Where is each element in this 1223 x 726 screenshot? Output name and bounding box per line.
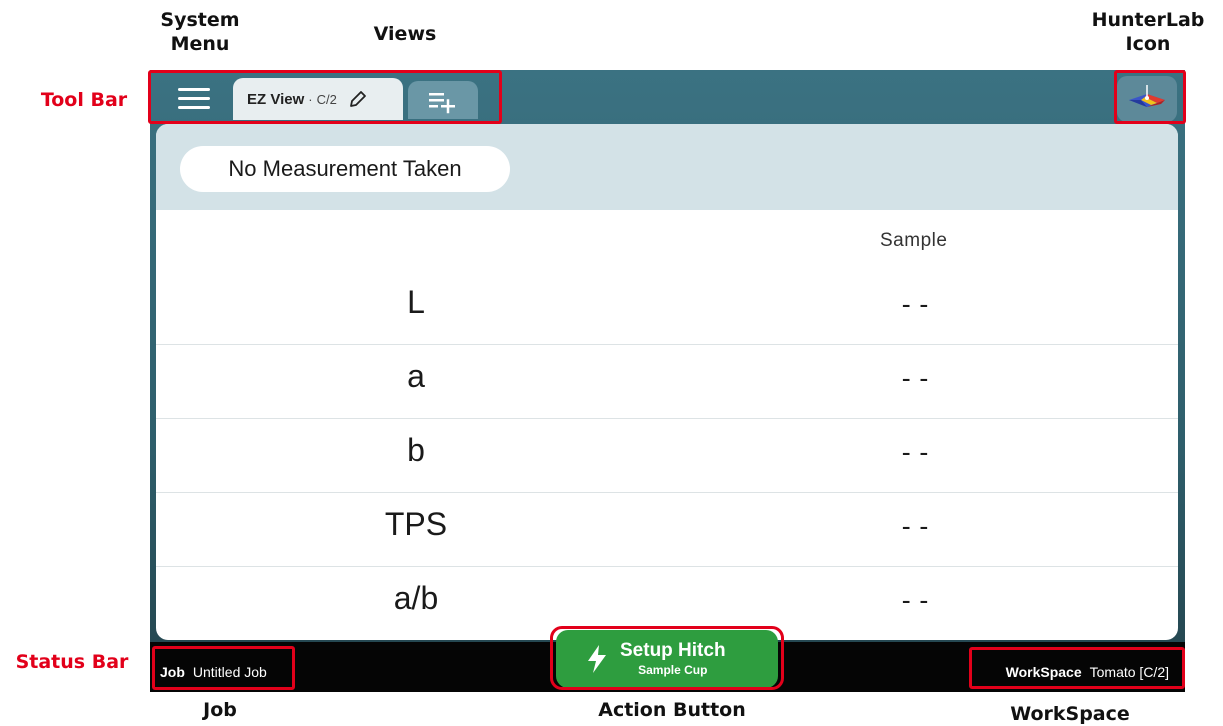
annotation-workspace: WorkSpace: [1010, 703, 1130, 725]
row-value: --: [898, 512, 934, 542]
row-label: L: [407, 284, 425, 320]
row-label: a/b: [393, 580, 439, 616]
row-label: a: [407, 358, 425, 394]
table-row: L --: [156, 270, 1178, 345]
measurement-status-badge: No Measurement Taken: [180, 146, 510, 192]
table-row: a --: [156, 344, 1178, 419]
annotation-action-button: Action Button: [598, 699, 746, 721]
table-row: b --: [156, 418, 1178, 493]
annotation-system-menu: System Menu: [160, 9, 240, 55]
annotation-tool-bar: Tool Bar: [40, 89, 128, 111]
annotation-views: Views: [373, 23, 437, 45]
panel-header: No Measurement Taken: [156, 124, 1178, 210]
annotation-box-job: [152, 646, 295, 690]
annotation-box-action-button: [550, 626, 784, 690]
annotation-box-workspace: [969, 647, 1185, 689]
row-value: --: [898, 586, 934, 616]
annotation-box-tool-bar: [148, 70, 502, 124]
annotation-box-hunterlab-icon: [1114, 70, 1186, 124]
row-value: --: [898, 438, 934, 468]
annotation-job: Job: [203, 699, 237, 721]
row-value: --: [898, 364, 934, 394]
column-header-sample: Sample: [880, 230, 948, 251]
device-screen: EZ View · C/2 No Measurement Taken Sampl…: [150, 70, 1185, 692]
row-label: TPS: [384, 506, 448, 542]
annotation-hunterlab-icon: HunterLab Icon: [1091, 9, 1205, 55]
annotation-status-bar: Status Bar: [15, 651, 129, 673]
table-row: TPS --: [156, 492, 1178, 567]
row-value: --: [898, 290, 934, 320]
measurement-panel: No Measurement Taken Sample L -- a -- b …: [156, 124, 1178, 640]
row-label: b: [407, 432, 425, 468]
